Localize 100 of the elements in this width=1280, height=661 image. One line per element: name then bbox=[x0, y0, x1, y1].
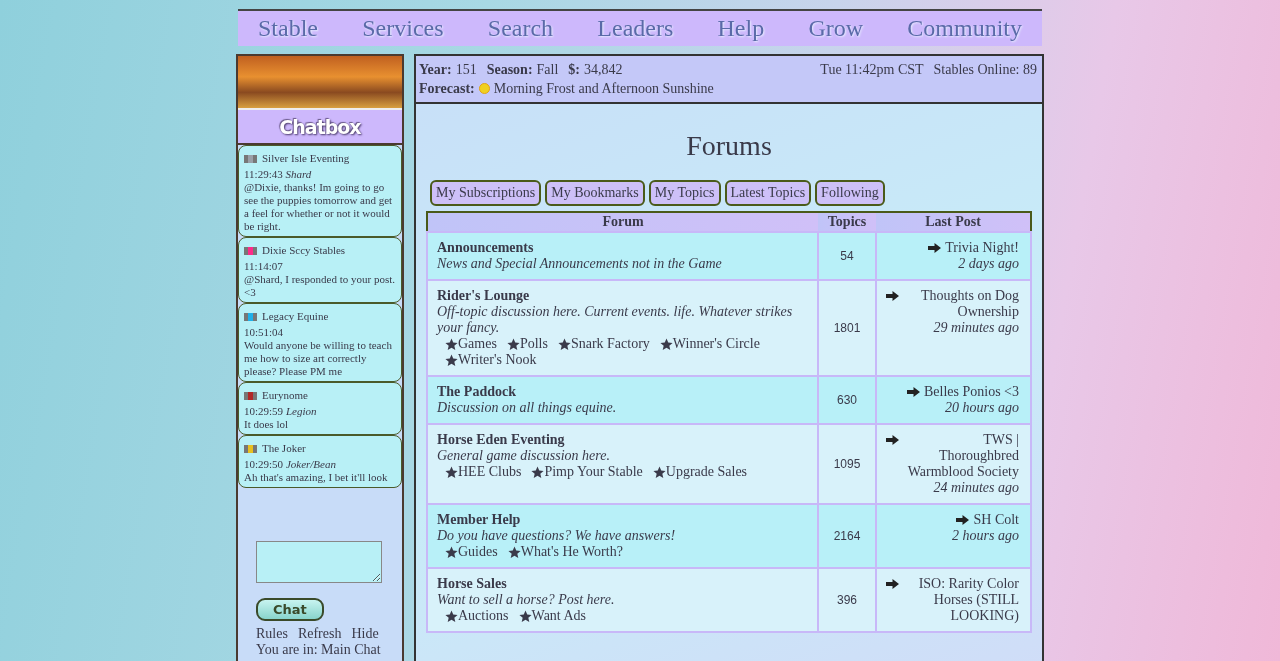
topics-cell: 1801 bbox=[818, 280, 876, 376]
user-link[interactable]: Dixie Sccy Stables bbox=[262, 244, 346, 257]
chat-button[interactable]: Chat bbox=[256, 598, 324, 621]
subforum-link[interactable]: HEE Clubs bbox=[458, 464, 522, 480]
forum-description: News and Special Announcements not in the Game bbox=[437, 256, 723, 272]
star-icon bbox=[506, 337, 520, 351]
forum-link[interactable]: The Paddock bbox=[437, 384, 516, 399]
topics-cell: 2164 bbox=[818, 504, 876, 568]
last-post-link[interactable]: Belles Ponios <3 bbox=[924, 384, 1019, 400]
arrow-icon bbox=[886, 291, 899, 301]
subforum-link[interactable]: Winner's Circle bbox=[672, 336, 760, 352]
user-flag-icon bbox=[244, 444, 257, 453]
message-time: 10:29:50 Joker/Bean bbox=[244, 458, 337, 471]
arrow-icon bbox=[928, 243, 942, 253]
forum-description: Do you have questions? We have answers! bbox=[437, 528, 677, 544]
subforum-link[interactable]: Want Ads bbox=[531, 608, 587, 624]
stables-online-link[interactable]: Stables Online: 89 bbox=[933, 60, 1037, 79]
last-post-link[interactable]: ISO: Rarity Color Horses (STILL LOOKING) bbox=[903, 576, 1019, 624]
topics-cell: 630 bbox=[818, 376, 876, 424]
sun-icon bbox=[478, 83, 490, 94]
message-text: @Dixie, thanks! Im going to go see the puppies tomorrow and get a feel for whether or not it would be right. bbox=[244, 181, 394, 233]
last-post-time: 24 minutes ago bbox=[932, 480, 1019, 496]
arrow-icon bbox=[907, 387, 920, 397]
forum-link[interactable]: Rider's Lounge bbox=[437, 288, 530, 303]
subforum-link[interactable]: Writer's Nook bbox=[458, 352, 537, 368]
forum-description: Want to sell a horse? Post here. bbox=[437, 592, 616, 608]
last-post-time: 2 days ago bbox=[957, 256, 1019, 272]
message-time: 11:14:07 bbox=[244, 260, 284, 273]
subforum-link[interactable]: Auctions bbox=[458, 608, 509, 624]
forum-description: Discussion on all things equine. bbox=[437, 400, 618, 416]
column-header: Forum bbox=[427, 212, 818, 232]
message-time: 10:51:04 bbox=[244, 326, 285, 339]
chat-link[interactable]: Refresh bbox=[297, 626, 342, 642]
forecast-label: Forecast: bbox=[419, 80, 475, 98]
star-icon bbox=[507, 545, 521, 559]
star-icon bbox=[445, 337, 458, 351]
forum-link[interactable]: Announcements bbox=[437, 240, 534, 255]
forum-tab[interactable]: My Subscriptions bbox=[430, 180, 542, 206]
last-post-time: 2 hours ago bbox=[951, 528, 1019, 544]
user-flag-icon bbox=[244, 312, 257, 321]
chat-link[interactable]: Rules bbox=[256, 626, 288, 642]
topics-cell: 54 bbox=[818, 232, 876, 280]
message-text: Ah that's amazing, I bet it'll look bbox=[244, 471, 389, 484]
star-icon bbox=[445, 465, 458, 479]
message-time: 10:29:59 Legion bbox=[244, 405, 318, 418]
topics-cell: 396 bbox=[818, 568, 876, 632]
forum-link[interactable]: Horse Sales bbox=[437, 576, 507, 591]
subforum-link[interactable]: Pimp Your Stable bbox=[544, 464, 643, 480]
subforum-link[interactable]: Upgrade Sales bbox=[665, 464, 748, 480]
subforum-link[interactable]: Guides bbox=[458, 544, 498, 560]
forum-description: General game discussion here. bbox=[437, 448, 611, 464]
season-field: Season: Fall bbox=[486, 60, 559, 79]
last-post-link[interactable]: Thoughts on Dog Ownership bbox=[903, 288, 1019, 320]
star-icon bbox=[652, 465, 666, 479]
star-icon bbox=[659, 337, 673, 351]
forecast-text: Morning Frost and Afternoon Sunshine bbox=[493, 80, 714, 98]
user-flag-icon bbox=[244, 391, 257, 400]
user-link[interactable]: Legacy Equine bbox=[262, 310, 329, 323]
star-icon bbox=[531, 465, 545, 479]
message-time: 11:29:43 Shard bbox=[244, 168, 313, 181]
clock-text: Tue 11:42pm CST bbox=[820, 61, 924, 79]
money-field: $: 34,842 bbox=[568, 60, 623, 79]
subforum-link[interactable]: What's He Worth? bbox=[520, 544, 623, 560]
last-post-link[interactable]: SH Colt bbox=[973, 512, 1019, 528]
forum-tab[interactable]: My Bookmarks bbox=[545, 180, 645, 206]
forum-tab[interactable]: Latest Topics bbox=[724, 180, 812, 206]
column-header: Last Post bbox=[876, 212, 1031, 232]
forum-tab[interactable]: Following bbox=[815, 180, 885, 206]
last-post-time: 29 minutes ago bbox=[932, 320, 1019, 336]
arrow-icon bbox=[956, 515, 970, 525]
star-icon bbox=[445, 353, 458, 367]
subforum-link[interactable]: Games bbox=[458, 336, 497, 352]
star-icon bbox=[445, 609, 458, 623]
page-title: Forums bbox=[685, 130, 773, 162]
arrow-icon bbox=[886, 435, 899, 445]
column-header: Topics bbox=[818, 212, 876, 232]
chat-input[interactable] bbox=[256, 541, 382, 583]
forum-link[interactable]: Horse Eden Eventing bbox=[437, 432, 565, 447]
forum-description: Off-topic discussion here. Current events. life. Whatever strikes your fancy. bbox=[437, 304, 794, 336]
last-post-time: 20 hours ago bbox=[944, 400, 1019, 416]
user-link[interactable]: The Joker bbox=[262, 442, 306, 455]
forum-link[interactable]: Member Help bbox=[437, 512, 521, 527]
topics-cell: 1095 bbox=[818, 424, 876, 504]
last-post-link[interactable]: Trivia Night! bbox=[945, 240, 1019, 256]
star-icon bbox=[518, 609, 532, 623]
star-icon bbox=[557, 337, 571, 351]
subforum-link[interactable]: Polls bbox=[519, 336, 548, 352]
user-flag-icon bbox=[244, 246, 257, 255]
last-post-link[interactable]: TWS | Thoroughbred Warmblood Society bbox=[903, 432, 1019, 480]
star-icon bbox=[445, 545, 458, 559]
message-text: @Shard, I responded to your post. <3 bbox=[244, 273, 396, 299]
room-label: You are in: Main Chat bbox=[256, 642, 381, 658]
subforum-link[interactable]: Snark Factory bbox=[570, 336, 650, 352]
message-text: Would anyone be willing to teach me how to size art correctly please? Please PM me bbox=[244, 339, 393, 378]
arrow-icon bbox=[886, 579, 899, 589]
user-link[interactable]: Silver Isle Eventing bbox=[262, 152, 350, 165]
user-link[interactable]: Eurynome bbox=[262, 389, 308, 402]
chat-link[interactable]: Hide bbox=[351, 626, 379, 642]
user-flag-icon bbox=[244, 154, 257, 163]
forum-tab[interactable]: My Topics bbox=[648, 180, 721, 206]
